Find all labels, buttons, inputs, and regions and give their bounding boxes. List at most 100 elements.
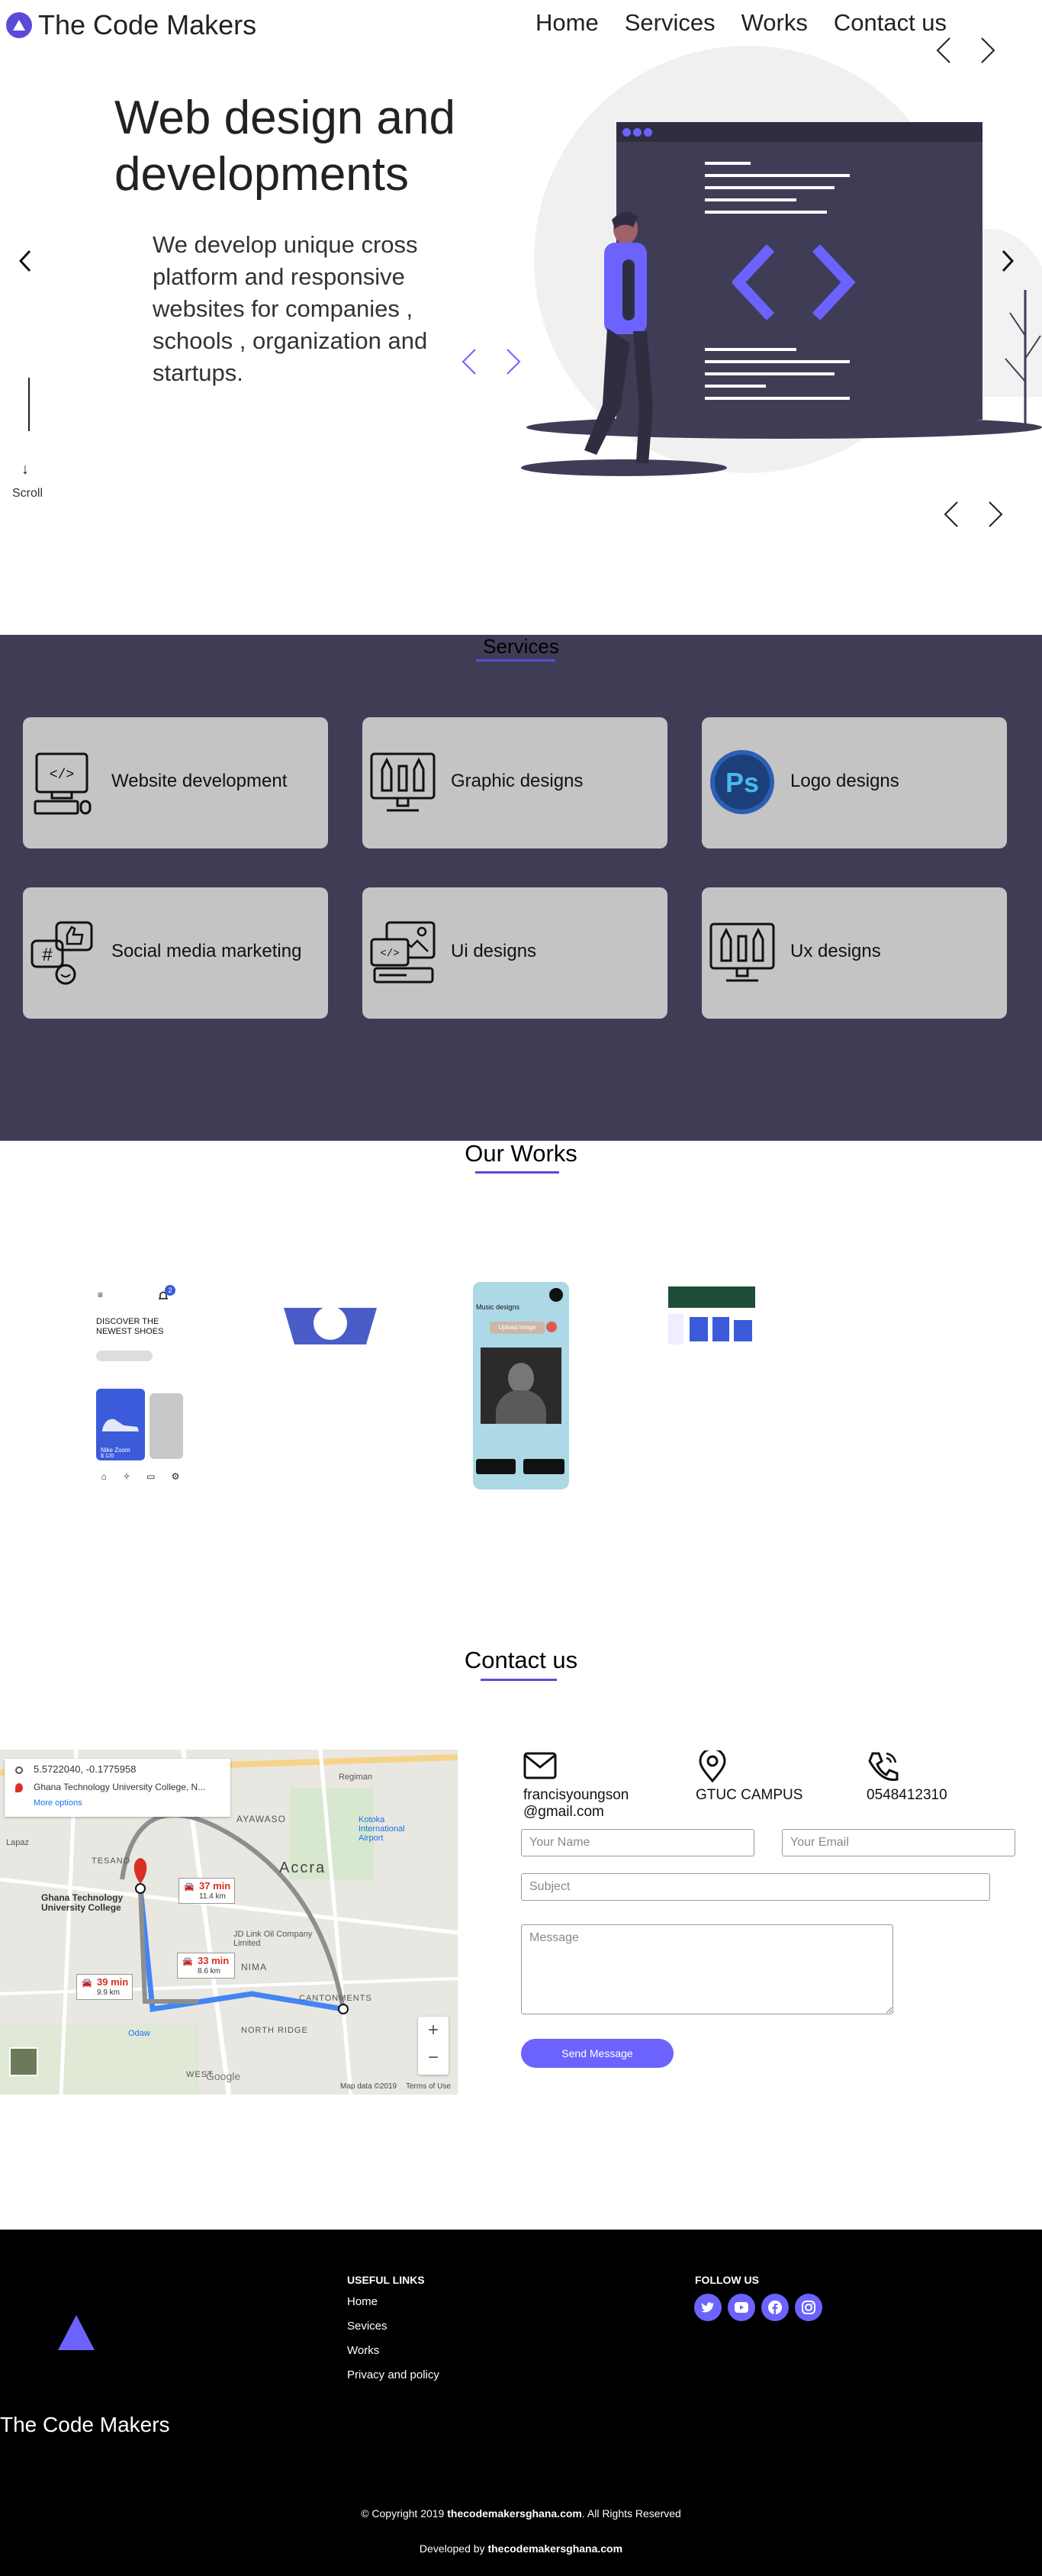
zoom-in-button[interactable]: + [418, 2020, 449, 2041]
youtube-icon [735, 2302, 748, 2313]
developer-site-link[interactable]: thecodemakersghana.com [487, 2542, 622, 2555]
route-map[interactable]: 5.5722040, -0.1775958 Ghana Technology U… [0, 1750, 458, 2095]
footer-link-services[interactable]: Sevices [347, 2320, 388, 2333]
instagram-button[interactable] [795, 2294, 822, 2321]
footer-link-privacy[interactable]: Privacy and policy [347, 2368, 439, 2381]
slide-prev-button[interactable] [14, 246, 37, 276]
contact-email[interactable]: francisyoungson @gmail.com [523, 1787, 629, 1821]
service-card-ui-designs[interactable]: </> Ui designs [362, 887, 667, 1019]
chevron-left-icon [936, 37, 950, 63]
hero-text-next-button[interactable] [502, 345, 525, 378]
social-media-icon: # [31, 921, 93, 985]
brand-logo[interactable]: The Code Makers [6, 9, 256, 41]
send-message-button[interactable]: Send Message [521, 2039, 674, 2068]
svg-text:#: # [42, 945, 53, 965]
map-label-tesano: TESANO [92, 1856, 131, 1866]
top-carousel-prev-button[interactable] [932, 34, 955, 67]
site-header: The Code Makers Home Services Works Cont… [0, 0, 1042, 47]
map-origin-coords: 5.5722040, -0.1775958 [34, 1763, 137, 1775]
subject-input[interactable] [521, 1873, 990, 1901]
map-directions-panel[interactable]: 5.5722040, -0.1775958 Ghana Technology U… [5, 1759, 230, 1817]
contact-title: Contact us [464, 1647, 578, 1673]
shoe-image-icon [102, 1418, 139, 1431]
message-textarea[interactable] [521, 1924, 893, 2014]
svg-text:</>: </> [380, 948, 399, 960]
nav-services[interactable]: Services [625, 9, 716, 37]
map-more-options-link[interactable]: More options [34, 1798, 82, 1808]
service-card-social-media-marketing[interactable]: # Social media marketing [23, 887, 328, 1019]
footer-link-home[interactable]: Home [347, 2295, 378, 2308]
shoe-card-secondary [150, 1393, 183, 1459]
work-music-app[interactable]: Music designs Upload image [473, 1282, 569, 1489]
contact-title-underline [481, 1679, 557, 1681]
services-title-underline [476, 659, 555, 662]
ui-layout-icon: </> [370, 921, 436, 984]
ux-tools-monitor-icon [709, 923, 775, 982]
map-label-ghana-tech: Ghana Technology University College [41, 1892, 124, 1913]
work-shoe-app[interactable]: ≡ 2 DISCOVER THE NEWEST SHOES Nike Zoom $… [92, 1282, 191, 1492]
slide-next-button[interactable] [996, 246, 1019, 276]
shoe-app-heading: DISCOVER THE NEWEST SHOES [96, 1317, 164, 1336]
name-input[interactable] [521, 1829, 754, 1856]
phone-icon [868, 1752, 899, 1781]
hero-title-line1: Web design and [114, 92, 455, 144]
map-destination: Ghana Technology University College, N..… [34, 1782, 206, 1792]
route-card-1[interactable]: 🚘 37 min 11.4 km [178, 1878, 235, 1904]
zoom-out-button[interactable]: − [418, 2047, 449, 2069]
arrow-down-icon[interactable]: ↓ [21, 461, 29, 478]
triangle-logo-icon[interactable] [56, 2314, 96, 2352]
top-carousel-next-button[interactable] [976, 34, 999, 67]
route-card-2[interactable]: 🚘 33 min 8.6 km [177, 1953, 235, 1979]
music-photo [481, 1348, 561, 1424]
hero-text-prev-button[interactable] [458, 345, 481, 378]
svg-text:Ps: Ps [725, 767, 759, 798]
satellite-toggle[interactable] [9, 2047, 38, 2076]
code-screen-illustration [616, 122, 983, 420]
copyright: © Copyright 2019 thecodemakersghana.com.… [361, 2507, 681, 2520]
nav-home[interactable]: Home [535, 9, 599, 37]
copyright-site-link[interactable]: thecodemakersghana.com [447, 2507, 582, 2520]
contact-phone[interactable]: 0548412310 [867, 1787, 947, 1804]
hero-title: Web design and developments [114, 90, 542, 203]
svg-text:</>: </> [50, 768, 74, 783]
scroll-label[interactable]: Scroll [12, 487, 43, 501]
route-card-3[interactable]: 🚘 39 min 9.9 km [76, 1974, 133, 2000]
record-icon [546, 1322, 557, 1332]
car-icon: 🚘 [184, 1882, 195, 1892]
service-card-graphic-designs[interactable]: Graphic designs [362, 717, 667, 848]
service-card-logo-designs[interactable]: Ps Logo designs [702, 717, 1007, 848]
work-dashboard[interactable] [668, 1286, 755, 1352]
shoe-bottom-nav: ⌂ ✧ ▭ ⚙ [93, 1471, 188, 1486]
work-web-landing[interactable] [282, 1282, 378, 1351]
follow-us-heading: FOLLOW US [695, 2274, 759, 2286]
service-card-website-development[interactable]: </> Website development [23, 717, 328, 848]
service-label: Social media marketing [111, 941, 302, 961]
code-brackets-icon [732, 244, 856, 320]
chevron-left-icon [462, 349, 476, 375]
map-label-cantonments: CANTONMENTS [299, 1994, 372, 2003]
person-illustration [584, 211, 653, 464]
hero-carousel-prev-button[interactable] [940, 497, 963, 531]
youtube-button[interactable] [728, 2294, 755, 2321]
nav-contact-us[interactable]: Contact us [834, 9, 947, 37]
screen-title-bar [616, 122, 983, 142]
landing-hero-shape [284, 1306, 377, 1344]
facebook-button[interactable] [761, 2294, 789, 2321]
map-terms-link[interactable]: Terms of Use [406, 2082, 451, 2091]
email-input[interactable] [782, 1829, 1015, 1856]
twitter-button[interactable] [694, 2294, 722, 2321]
home-icon: ⌂ [101, 1471, 107, 1482]
service-card-ux-designs[interactable]: Ux designs [702, 887, 1007, 1019]
works-title-underline [475, 1171, 559, 1174]
nav-works[interactable]: Works [741, 9, 808, 37]
page: The Code Makers Home Services Works Cont… [0, 0, 1042, 2576]
music-app-header: Music designs [476, 1303, 520, 1311]
contact-location: GTUC CAMPUS [696, 1787, 803, 1803]
footer-link-works[interactable]: Works [347, 2344, 379, 2357]
chevron-right-icon [989, 501, 1003, 527]
car-icon: 🚘 [82, 1979, 92, 1988]
twitter-icon [701, 2302, 714, 2313]
hero-carousel-next-button[interactable] [984, 497, 1007, 531]
service-label: Graphic designs [451, 771, 584, 791]
destination-pin-icon [15, 1783, 23, 1792]
